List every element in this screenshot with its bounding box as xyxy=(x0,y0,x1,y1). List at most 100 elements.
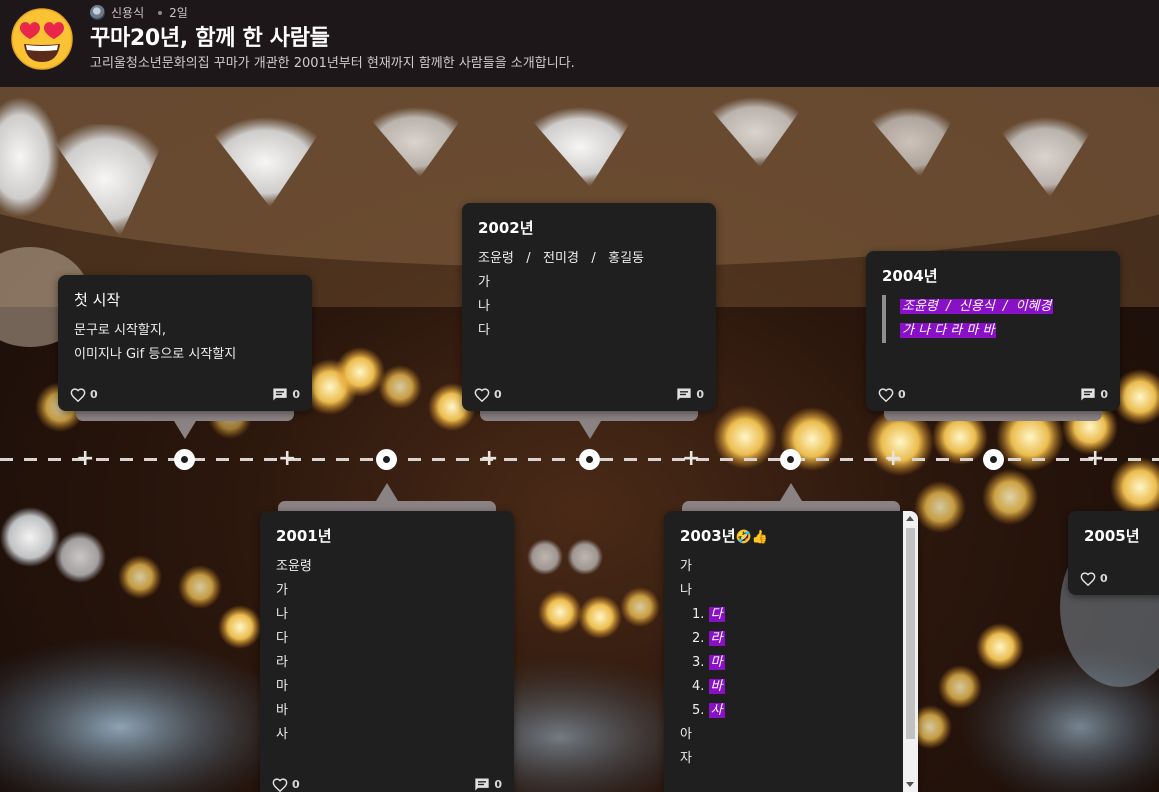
post-body-line: 자 xyxy=(680,751,692,766)
heart-outline-icon xyxy=(70,387,86,402)
post-title: 2001년 xyxy=(276,527,332,545)
heart-outline-icon xyxy=(272,777,288,792)
scroll-up-arrow-icon[interactable] xyxy=(906,516,914,521)
post-body-line: 나 xyxy=(276,607,288,622)
timeline-node-intro[interactable] xyxy=(174,449,195,470)
post-body-line: 바 xyxy=(276,703,288,718)
post-body-line: 가 xyxy=(478,275,490,290)
post-body-line: 라 xyxy=(276,655,288,670)
like-button[interactable]: 0 xyxy=(1080,571,1108,586)
post-footer: 0 0 xyxy=(272,775,502,792)
page-description: 고리울청소년문화의집 꾸마가 개관한 2001년부터 현재까지 함께한 사람들을… xyxy=(90,56,575,71)
list-item: 1. 다 xyxy=(692,607,725,622)
heart-outline-icon xyxy=(1080,571,1096,586)
post-card-2003[interactable]: 2003년🤣👍 가 나 1. 다 2. 라 3. 마 4. 바 5. 사 아 자 xyxy=(664,511,918,792)
post-card-intro[interactable]: 첫 시작 문구로 시작할지, 이미지나 Gif 등으로 시작할지 0 0 xyxy=(58,275,312,411)
meta-separator xyxy=(158,10,163,15)
comment-button[interactable]: 0 xyxy=(474,777,502,792)
card-stack-shadow xyxy=(76,411,294,421)
card-stack-shadow xyxy=(480,411,698,421)
post-card-2004[interactable]: 2004년 조윤령 / 신용식 / 이혜경 가 나 다 라 마 바 0 0 xyxy=(866,251,1120,411)
page-title: 꾸마20년, 함께 한 사람들 xyxy=(90,26,330,51)
post-body-line: 가 xyxy=(680,559,692,574)
timeline-node-2001[interactable] xyxy=(376,449,397,470)
post-body-line: 마 xyxy=(276,679,288,694)
like-button[interactable]: 0 xyxy=(70,387,98,402)
add-post-plus-icon[interactable]: + xyxy=(278,448,296,470)
post-body: 조윤령 / 전미경 / 홍길동 가 나 다 xyxy=(478,247,644,343)
post-body-line: 나 xyxy=(680,583,692,598)
post-body: 가 나 1. 다 2. 라 3. 마 4. 바 5. 사 아 자 xyxy=(680,555,725,771)
post-body-line: 다 xyxy=(276,631,288,646)
card-pointer xyxy=(780,483,802,501)
timeline-node-2002[interactable] xyxy=(579,449,600,470)
post-footer: 0 0 xyxy=(474,385,704,403)
like-count: 0 xyxy=(90,387,98,401)
heart-outline-icon xyxy=(474,387,490,402)
post-body: 조윤령 가 나 다 라 마 바 사 xyxy=(276,555,312,747)
highlighted-text: 마 xyxy=(708,655,725,670)
post-footer: 0 xyxy=(1080,569,1159,587)
heart-eyes-emoji-icon xyxy=(11,8,73,70)
padlet-header: 신용식 2일 꾸마20년, 함께 한 사람들 고리울청소년문화의집 꾸마가 개관… xyxy=(0,0,1159,87)
post-card-2001[interactable]: 2001년 조윤령 가 나 다 라 마 바 사 0 0 xyxy=(260,511,514,792)
comment-button[interactable]: 0 xyxy=(676,387,704,402)
add-post-plus-icon[interactable]: + xyxy=(480,448,498,470)
post-title: 2003년🤣👍 xyxy=(680,525,768,546)
post-body-line: 문구로 시작할지, xyxy=(74,323,166,338)
highlighted-text: 가 나 다 라 마 바 xyxy=(900,323,997,338)
like-count: 0 xyxy=(494,387,502,401)
timeline-canvas[interactable]: + + + + + + 첫 시작 문구로 시작할지, 이미지나 Gif 등으로 … xyxy=(0,87,1159,792)
comment-button[interactable]: 0 xyxy=(1080,387,1108,402)
post-title: 첫 시작 xyxy=(74,291,121,309)
add-post-plus-icon[interactable]: + xyxy=(1086,448,1104,470)
comment-count: 0 xyxy=(1100,387,1108,401)
card-scrollbar[interactable] xyxy=(903,511,918,792)
post-body-line: 이미지나 Gif 등으로 시작할지 xyxy=(74,347,237,362)
card-stack-shadow xyxy=(884,411,1102,421)
timeline-node-2003[interactable] xyxy=(780,449,801,470)
post-title: 2005년 xyxy=(1084,527,1140,545)
post-meta: 신용식 2일 xyxy=(90,4,188,21)
author-name[interactable]: 신용식 xyxy=(111,4,144,21)
author-avatar[interactable] xyxy=(90,5,105,20)
card-pointer xyxy=(174,421,196,439)
add-post-plus-icon[interactable]: + xyxy=(76,448,94,470)
post-body-line: 다 xyxy=(478,323,490,338)
rofl-thumbs-up-emoji-icon: 🤣👍 xyxy=(735,530,768,545)
post-title-text: 2003년 xyxy=(680,527,736,545)
add-post-plus-icon[interactable]: + xyxy=(682,448,700,470)
like-count: 0 xyxy=(898,387,906,401)
highlighted-text: 조윤령 / 신용식 / 이혜경 xyxy=(900,299,1054,314)
post-body-line: 조윤령 / 전미경 / 홍길동 xyxy=(478,251,644,266)
post-card-2002[interactable]: 2002년 조윤령 / 전미경 / 홍길동 가 나 다 0 0 xyxy=(462,203,716,411)
post-footer: 0 0 xyxy=(70,385,300,403)
list-item: 4. 바 xyxy=(692,679,725,694)
timeline-node-2004[interactable] xyxy=(983,449,1004,470)
like-count: 0 xyxy=(1100,571,1108,585)
post-body: 문구로 시작할지, 이미지나 Gif 등으로 시작할지 xyxy=(74,319,236,367)
highlighted-text: 바 xyxy=(708,679,725,694)
highlighted-text: 라 xyxy=(708,631,725,646)
like-button[interactable]: 0 xyxy=(474,387,502,402)
highlighted-text: 다 xyxy=(708,607,725,622)
comment-icon xyxy=(1081,388,1096,400)
post-card-2005[interactable]: 2005년 0 xyxy=(1068,511,1159,595)
post-body-line: 가 xyxy=(276,583,288,598)
like-button[interactable]: 0 xyxy=(878,387,906,402)
comment-count: 0 xyxy=(292,387,300,401)
list-item: 5. 사 xyxy=(692,703,725,718)
comment-button[interactable]: 0 xyxy=(272,387,300,402)
post-body-line: 아 xyxy=(680,727,692,742)
post-blockquote: 조윤령 / 신용식 / 이혜경 가 나 다 라 마 바 xyxy=(882,295,1054,343)
numbered-list: 1. 다 2. 라 3. 마 4. 바 5. 사 xyxy=(680,603,725,723)
comment-count: 0 xyxy=(494,777,502,791)
post-body-line: 사 xyxy=(276,727,288,742)
post-title: 2004년 xyxy=(882,267,938,285)
scroll-down-arrow-icon[interactable] xyxy=(906,782,914,787)
like-button[interactable]: 0 xyxy=(272,777,300,792)
post-body-line: 나 xyxy=(478,299,490,314)
post-title: 2002년 xyxy=(478,219,534,237)
scrollbar-thumb[interactable] xyxy=(906,528,915,739)
add-post-plus-icon[interactable]: + xyxy=(884,448,902,470)
